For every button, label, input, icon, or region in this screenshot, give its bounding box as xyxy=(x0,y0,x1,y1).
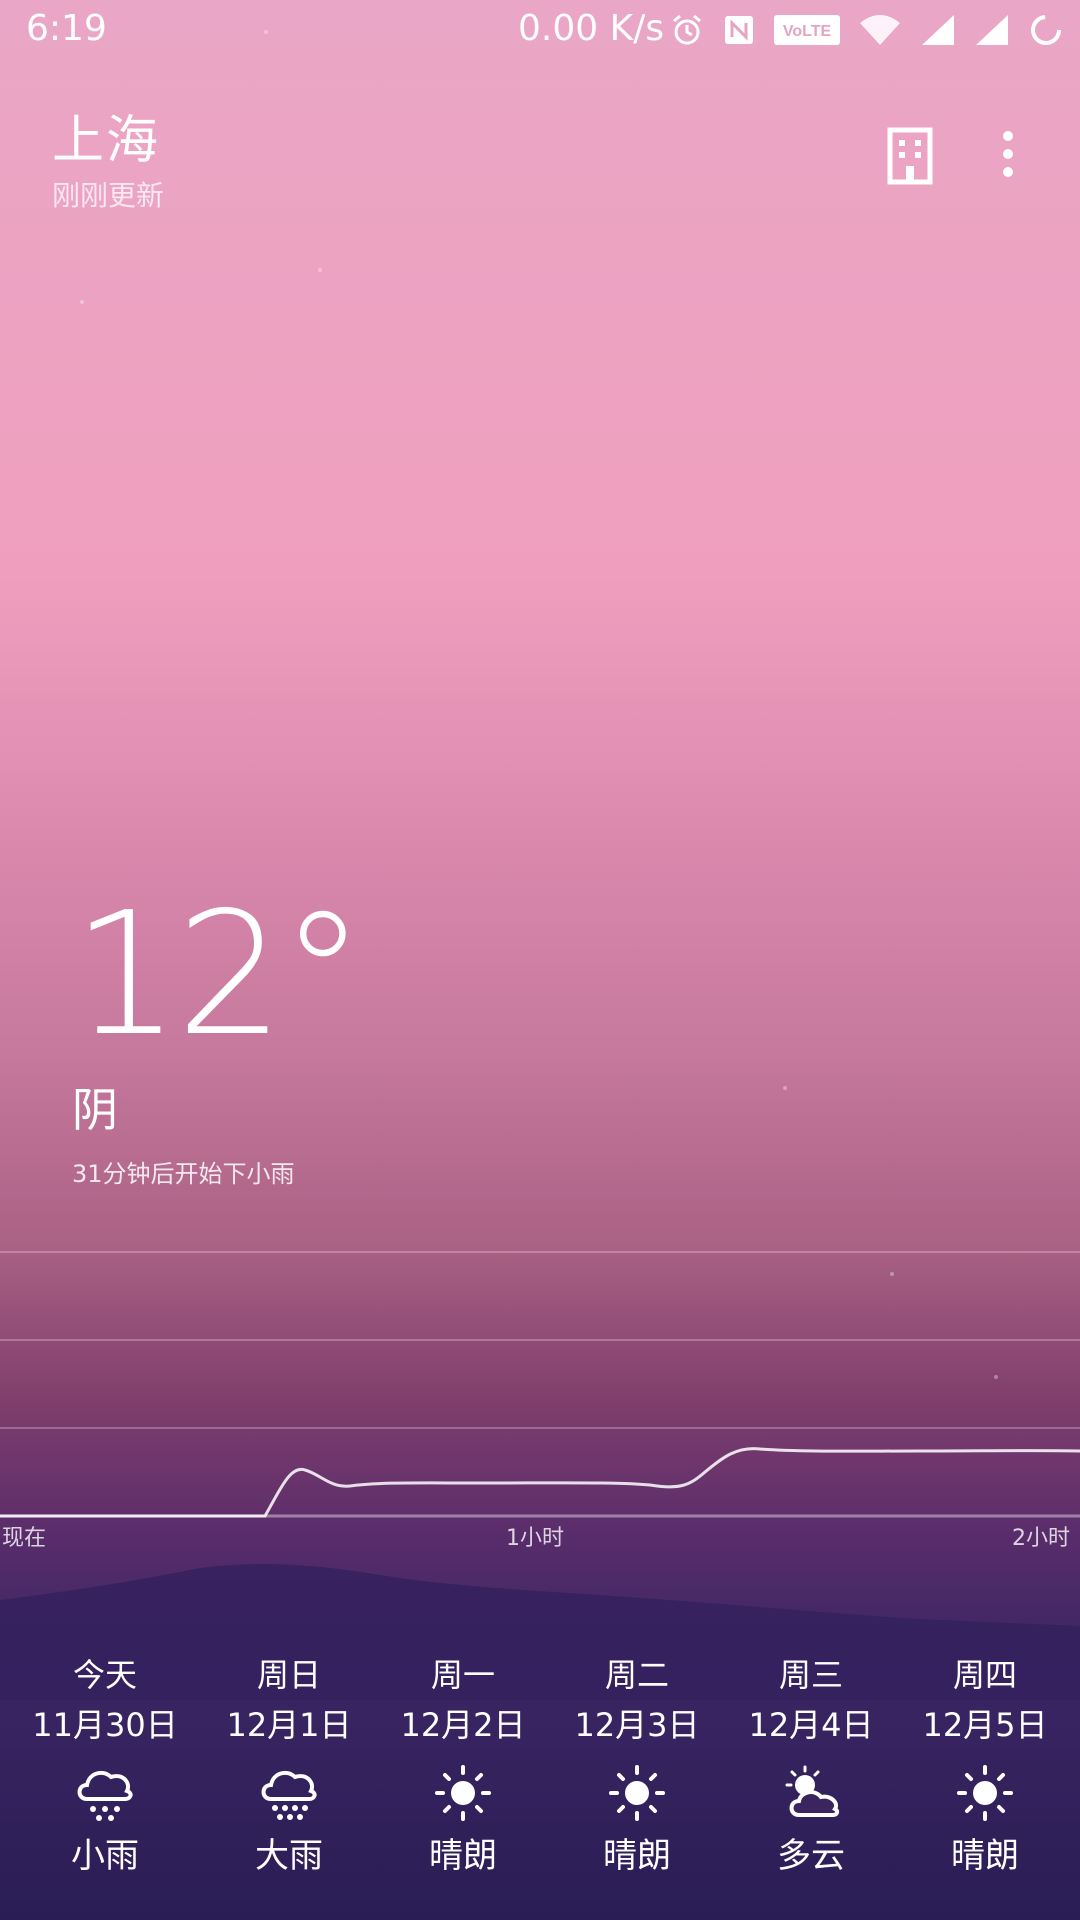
star-decoration xyxy=(783,1086,787,1090)
forecast-date: 12月4日 xyxy=(748,1706,874,1744)
signal-icon xyxy=(976,15,1008,45)
forecast-weekday: 周四 xyxy=(952,1656,1017,1694)
light-rain-icon xyxy=(77,1770,133,1821)
forecast-weekday: 周一 xyxy=(430,1656,495,1694)
sun-icon xyxy=(957,1765,1013,1821)
forecast-weekday: 周日 xyxy=(256,1656,321,1694)
signal-icon xyxy=(922,15,954,45)
current-condition: 阴 xyxy=(72,1083,118,1137)
star-decoration xyxy=(80,300,84,304)
partly-cloudy-icon xyxy=(785,1765,840,1817)
forecast-date: 11月30日 xyxy=(32,1706,178,1744)
precipitation-chart xyxy=(0,1251,1080,1518)
sun-icon xyxy=(609,1765,665,1821)
volte-icon: VoLTE xyxy=(774,15,840,45)
sun-icon xyxy=(435,1765,491,1821)
status-icons: VoLTE xyxy=(670,12,1064,48)
volte-label: VoLTE xyxy=(783,23,832,40)
forecast-date: 12月2日 xyxy=(400,1706,526,1744)
forecast-weekday: 今天 xyxy=(72,1656,137,1694)
star-decoration xyxy=(318,268,322,272)
more-options-button[interactable] xyxy=(990,126,1026,186)
update-status: 刚刚更新 xyxy=(52,179,165,212)
forecast-weather: 晴朗 xyxy=(429,1836,497,1876)
forecast-weather: 晴朗 xyxy=(951,1836,1019,1876)
forecast-weekday: 周二 xyxy=(604,1656,669,1694)
precipitation-line xyxy=(0,1447,1080,1518)
forecast-day[interactable]: 今天 11月30日 小雨 xyxy=(18,1650,192,1877)
forecast-weather: 小雨 xyxy=(71,1836,139,1876)
daily-forecast: 今天 11月30日 小雨 周日 12月1日 大雨 周一 12月2日 晴朗 周二 … xyxy=(0,1650,1080,1890)
alarm-icon xyxy=(673,14,701,45)
chart-label-2h: 2小时 xyxy=(1012,1526,1070,1551)
chart-label-now: 现在 xyxy=(2,1526,47,1551)
heavy-rain-icon xyxy=(261,1770,317,1820)
city-name[interactable]: 上海 xyxy=(52,98,160,173)
forecast-day[interactable]: 周日 12月1日 大雨 xyxy=(202,1650,376,1877)
forecast-day[interactable]: 周四 12月5日 晴朗 xyxy=(898,1650,1072,1877)
forecast-weather: 大雨 xyxy=(255,1836,323,1876)
status-time: 6:19 xyxy=(26,8,107,49)
wifi-icon xyxy=(860,15,900,45)
forecast-weather: 晴朗 xyxy=(603,1836,671,1876)
forecast-day[interactable]: 周二 12月3日 晴朗 xyxy=(550,1650,724,1877)
forecast-date: 12月3日 xyxy=(574,1706,700,1744)
city-management-button[interactable] xyxy=(882,126,938,186)
current-temperature: 12° xyxy=(72,876,365,1074)
chart-label-1h: 1小时 xyxy=(506,1526,564,1551)
loading-icon xyxy=(1031,15,1061,45)
forecast-date: 12月1日 xyxy=(226,1706,352,1744)
forecast-weather: 多云 xyxy=(777,1836,845,1876)
more-vert-icon xyxy=(1003,131,1013,177)
forecast-day[interactable]: 周一 12月2日 晴朗 xyxy=(376,1650,550,1877)
nfc-icon xyxy=(725,16,753,44)
precipitation-hint: 31分钟后开始下小雨 xyxy=(72,1160,295,1188)
network-speed: 0.00 K/s xyxy=(518,8,665,49)
status-bar: 6:19 0.00 K/s VoLTE xyxy=(0,0,1080,64)
forecast-day[interactable]: 周三 12月4日 多云 xyxy=(724,1650,898,1877)
forecast-date: 12月5日 xyxy=(922,1706,1048,1744)
building-icon xyxy=(887,127,933,185)
forecast-weekday: 周三 xyxy=(778,1656,843,1694)
